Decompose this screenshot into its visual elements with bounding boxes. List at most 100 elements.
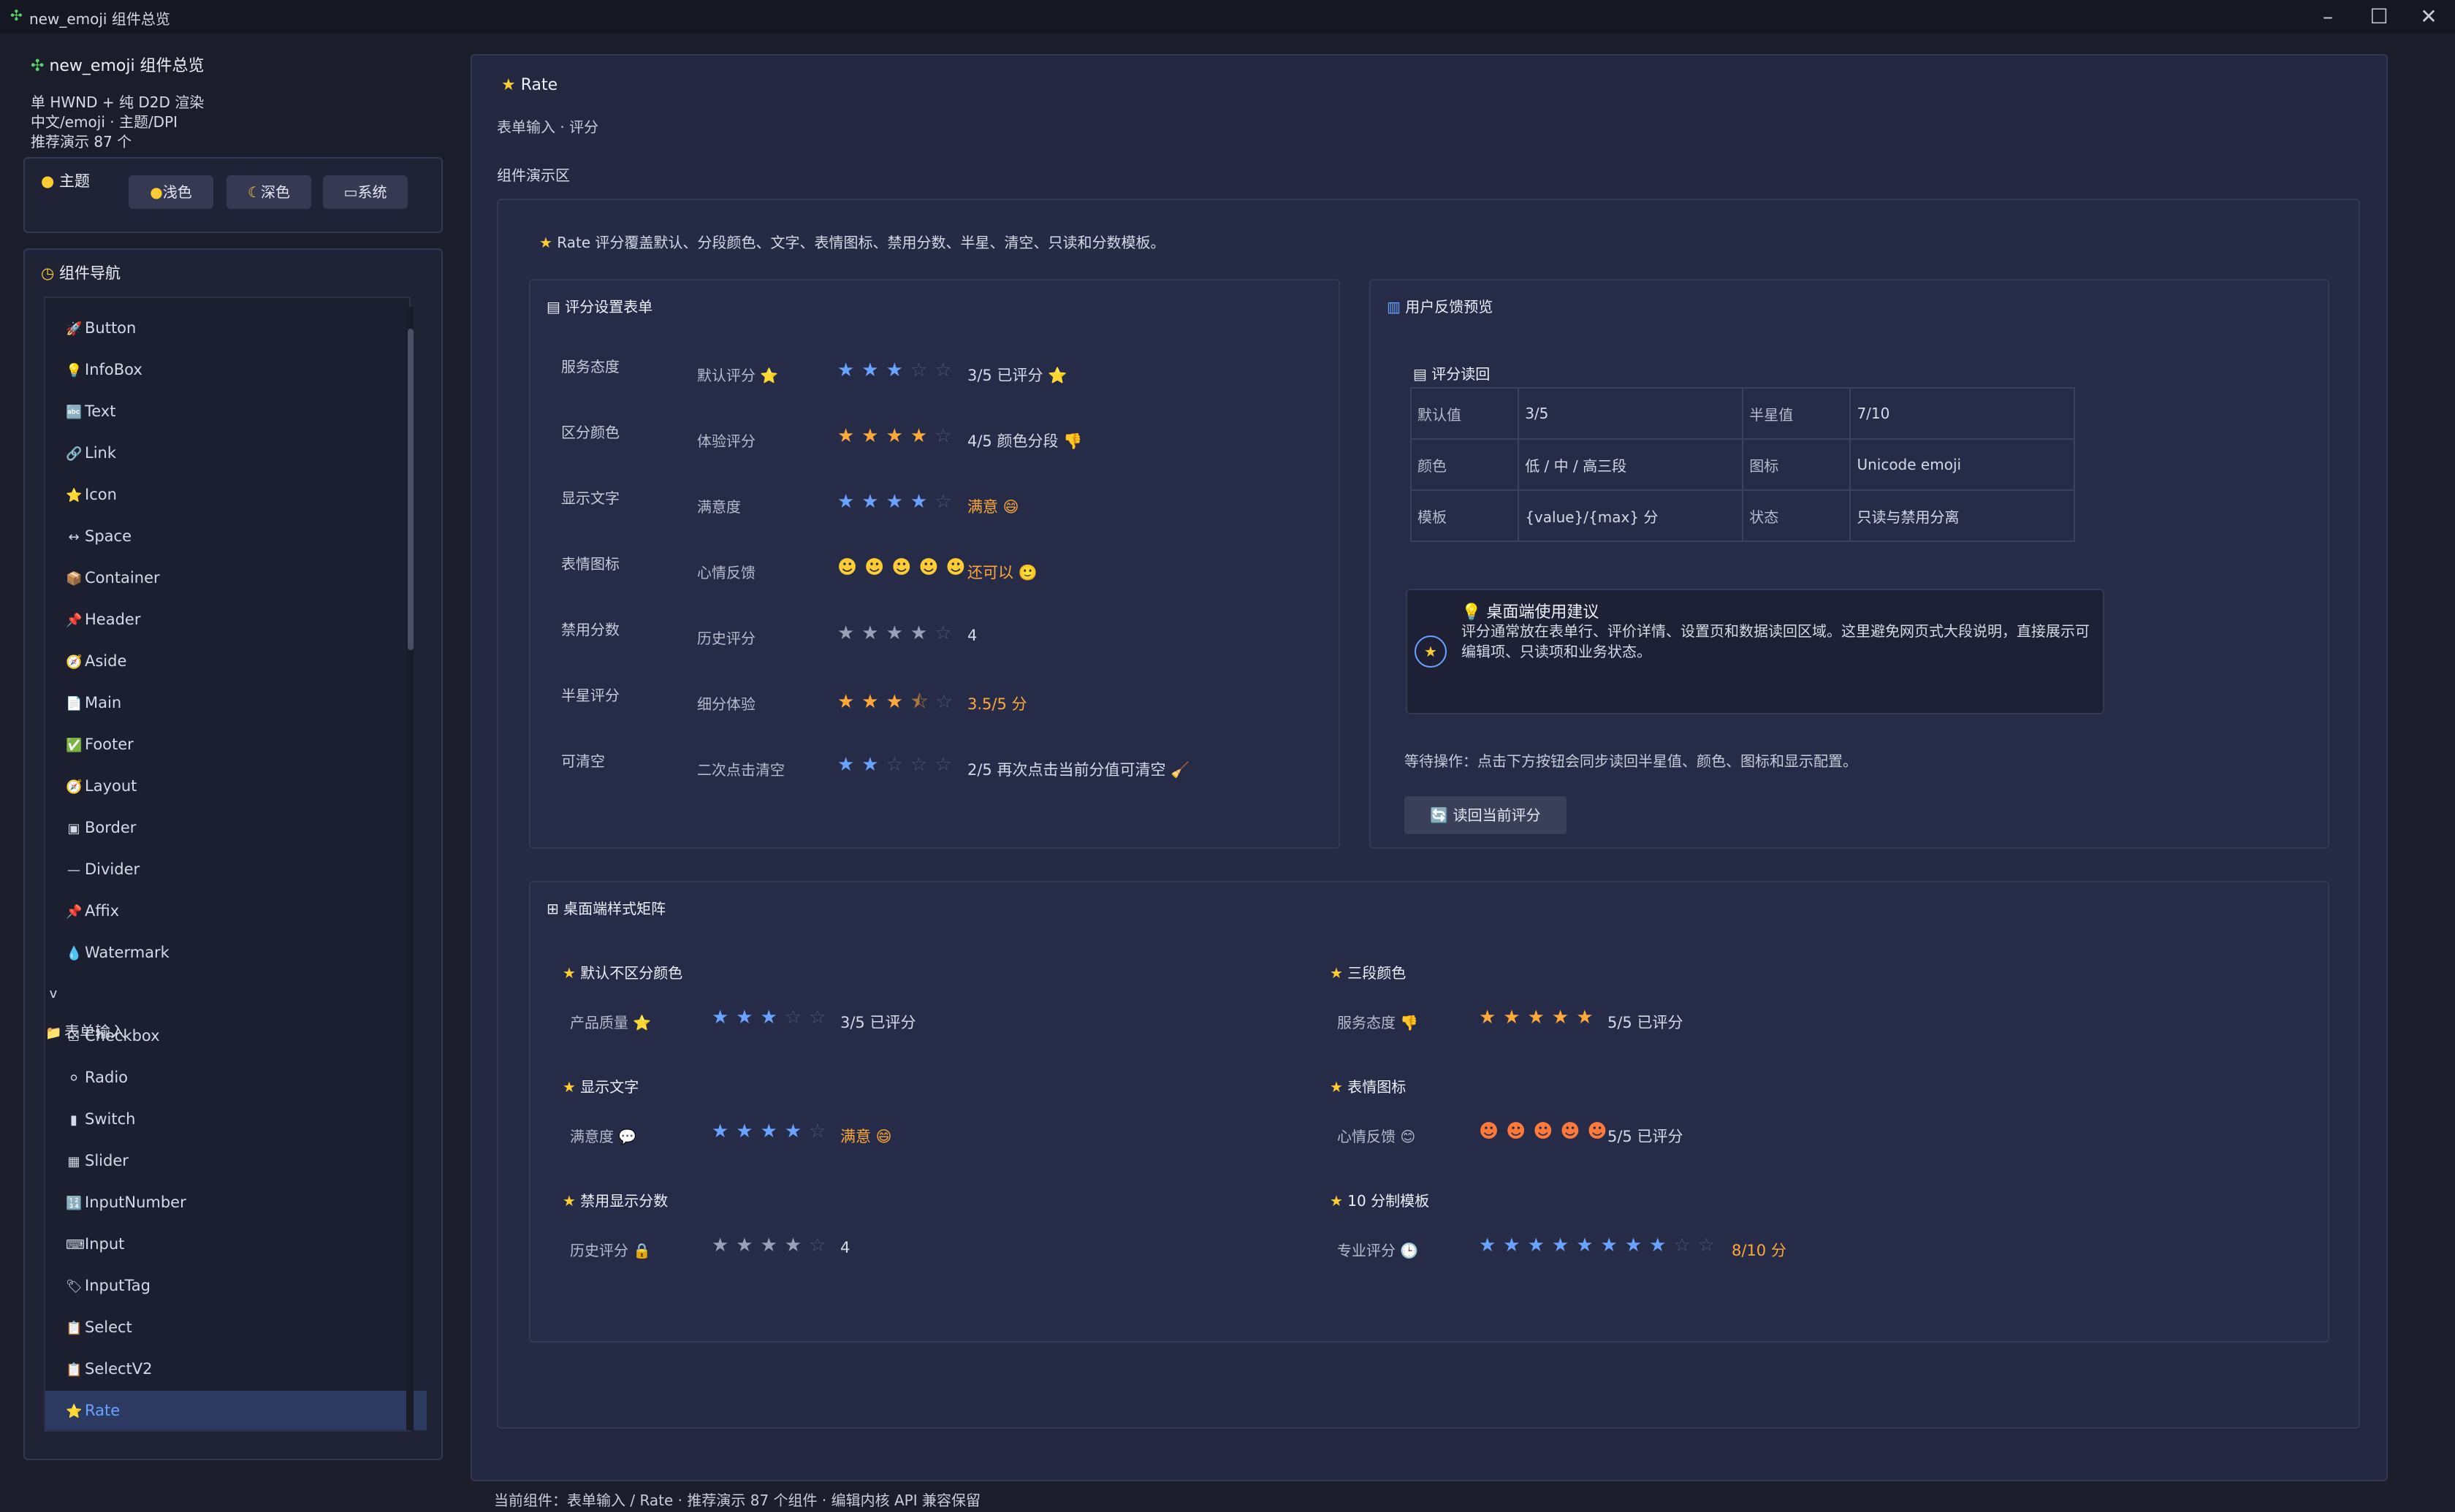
palette-icon: ● (41, 172, 55, 190)
sidebar-info-2: 中文/emoji · 主题/DPI (31, 113, 178, 131)
nav-item-label: Rate (85, 1402, 121, 1419)
matrix-rate-text[interactable]: ★★★★☆ (712, 1120, 834, 1142)
readback-title: ▤ 评分读回 (1413, 362, 1490, 383)
sidebar-item[interactable]: 💧 Watermark (45, 933, 427, 972)
table-cell: 图标 (1742, 438, 1851, 491)
matrix-rate-default[interactable]: ★★★☆☆ (712, 1007, 834, 1028)
sidebar-item[interactable]: 📋 SelectV2 (45, 1349, 427, 1389)
form-row-label: 禁用分数 (561, 621, 620, 638)
nav-item-label: Checkbox (85, 1027, 160, 1045)
sidebar-item[interactable]: ↔ Space (45, 516, 427, 556)
nav-item-icon: 💡 (66, 363, 83, 378)
matrix-item-title: ★ 禁用显示分数 (563, 1189, 668, 1210)
nav-item-label: Main (85, 694, 122, 711)
rate-default-value: 3/5 已评分 ⭐ (967, 367, 1067, 384)
star-icon: ★ (1330, 1192, 1343, 1210)
sidebar-item[interactable]: ✅ Footer (45, 725, 427, 764)
rate-emoji[interactable]: ☻☻☻☻☻ (837, 557, 973, 579)
nav-item-icon: 🔗 (66, 446, 83, 462)
rate-colors-value: 4/5 颜色分段 👎 (967, 432, 1083, 450)
matrix-rate-colors[interactable]: ★★★★★ (1479, 1007, 1601, 1028)
sidebar-item[interactable]: ☑ Checkbox (45, 1016, 427, 1055)
nav-item-icon: 🚀 (66, 321, 83, 337)
window-title: new_emoji 组件总览 (29, 10, 170, 28)
sidebar-item[interactable]: ▦ Slider (45, 1141, 427, 1180)
sidebar-item[interactable]: ▣ Border (45, 808, 427, 847)
sidebar-item[interactable]: 📄 Main (45, 683, 427, 722)
sidebar-item[interactable]: ⌨Input (45, 1224, 427, 1264)
sidebar-item[interactable]: 🏷 InputTag (45, 1266, 427, 1305)
rate-default[interactable]: ★★★☆☆ (837, 359, 959, 381)
sidebar-item[interactable]: 💡 InfoBox (45, 350, 427, 389)
star-icon: ★ (539, 234, 552, 251)
nav-item-label: Container (85, 569, 160, 587)
nav-item-label: Text (85, 402, 116, 420)
theme-light-label: 浅色 (162, 183, 192, 201)
minimize-button[interactable]: – (2313, 3, 2342, 31)
rating-form-title-text: 评分设置表单 (565, 298, 653, 316)
sidebar-item[interactable]: — Divider (45, 849, 427, 889)
style-matrix-title-text: 桌面端样式矩阵 (563, 900, 666, 917)
sidebar-item[interactable]: v📁 表单输入 (45, 974, 406, 1041)
sun-icon: ● (150, 183, 163, 201)
rate-text[interactable]: ★★★★☆ (837, 491, 959, 513)
sidebar-item[interactable]: 🧭 Layout (45, 766, 427, 806)
sidebar-item[interactable]: 📌 Affix (45, 891, 427, 931)
sidebar-item[interactable]: ⭐ Icon (45, 475, 427, 514)
nav-item-label: Switch (85, 1110, 136, 1128)
rate-description-text: Rate 评分覆盖默认、分段颜色、文字、表情图标、禁用分数、半星、清空、只读和分… (557, 234, 1165, 251)
title-bar: ✣ new_emoji 组件总览 – ☐ ✕ (0, 0, 2455, 34)
nav-title: ◷ 组件导航 (41, 261, 121, 283)
readback-title-text: 评分读回 (1431, 365, 1491, 383)
nav-item-icon: 🧭 (66, 654, 83, 670)
matrix-item-value: 满意 😄 (840, 1128, 892, 1145)
sidebar-item[interactable]: ▮ Switch (45, 1099, 427, 1139)
sidebar-item[interactable]: 📋 Select (45, 1307, 427, 1347)
theme-dark-button[interactable]: ☾深色 (227, 175, 311, 209)
rate-clearable[interactable]: ★★☆☆☆ (837, 754, 959, 776)
maximize-button[interactable]: ☐ (2364, 3, 2394, 31)
close-button[interactable]: ✕ (2414, 3, 2443, 31)
sidebar-item[interactable]: 🔢 InputNumber (45, 1183, 427, 1222)
rate-colors[interactable]: ★★★★☆ (837, 425, 959, 447)
rate-description: ★ Rate 评分覆盖默认、分段颜色、文字、表情图标、禁用分数、半星、清空、只读… (539, 231, 1165, 252)
nav-item-icon: 🔤 (66, 405, 83, 420)
compass-icon: ◷ (41, 264, 55, 282)
matrix-rate-ten[interactable]: ★★★★★★★★☆☆ (1479, 1234, 1722, 1256)
matrix-rate-disabled: ★★★★☆ (712, 1234, 834, 1256)
nav-item-icon: ▮ (70, 1112, 77, 1128)
sidebar-item[interactable]: 🔗 Link (45, 433, 427, 473)
matrix-item-label: 产品质量 ⭐ (570, 1014, 652, 1031)
matrix-rate-emoji[interactable]: ☻☻☻☻☻ (1479, 1120, 1615, 1142)
nav-scrollbar-thumb[interactable] (408, 329, 414, 650)
table-row: 模板 {value}/{max} 分 状态 只读与禁用分离 (1409, 489, 2075, 542)
sidebar-item[interactable]: ⭐ Rate (45, 1391, 427, 1430)
form-row-sub: 满意度 (697, 498, 741, 516)
nav-item-icon: ▦ (67, 1154, 80, 1169)
table-row: 颜色 低 / 中 / 高三段 图标 Unicode emoji (1409, 438, 2075, 491)
nav-item-label: Space (85, 527, 132, 545)
matrix-item-value: 5/5 已评分 (1607, 1128, 1683, 1145)
nav-item-label: InputTag (85, 1277, 151, 1294)
sidebar-item[interactable]: 🔤 Text (45, 392, 427, 431)
nav-item-label: Watermark (85, 944, 170, 961)
rate-half[interactable]: ★★★⯪☆ (837, 688, 960, 720)
style-matrix-card (529, 881, 2329, 1343)
sidebar-item[interactable]: 🧭 Aside (45, 641, 427, 681)
nav-item-label: Select (85, 1318, 132, 1336)
sidebar-item[interactable]: 🚀 Button (45, 308, 427, 348)
page-title: ★ Rate (501, 76, 557, 94)
matrix-item-title-text: 禁用显示分数 (580, 1192, 669, 1210)
sidebar-item[interactable]: 📦 Container (45, 558, 427, 597)
wait-status: 等待操作：点击下方按钮会同步读回半星值、颜色、图标和显示配置。 (1404, 752, 1857, 770)
form-row-sub: 历史评分 (697, 630, 755, 647)
theme-light-button[interactable]: ●浅色 (129, 175, 213, 209)
nav-item-icon: ✅ (66, 738, 83, 753)
form-row-sub: 细分体验 (697, 695, 755, 713)
form-row-label: 显示文字 (561, 489, 620, 507)
readback-button[interactable]: 🔄 读回当前评分 (1404, 796, 1567, 834)
theme-system-button[interactable]: ▭系统 (323, 175, 408, 209)
sidebar-item[interactable]: ⚪ Radio (45, 1058, 427, 1097)
nav-item-icon: 📌 (66, 613, 83, 628)
sidebar-item[interactable]: 📌 Header (45, 600, 427, 639)
